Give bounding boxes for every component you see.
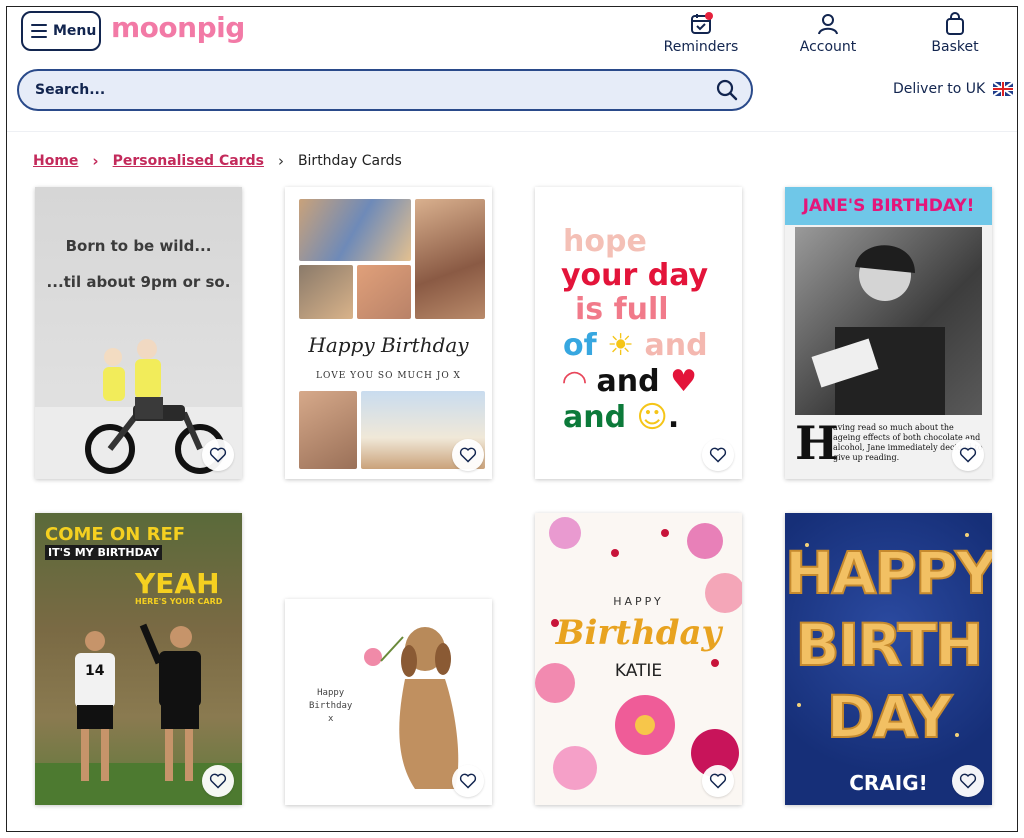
menu-label: Menu bbox=[53, 23, 97, 39]
card-text: and bbox=[644, 328, 708, 363]
account-label: Account bbox=[799, 39, 857, 55]
card-text: your day bbox=[561, 258, 709, 293]
card-text: BIRTH bbox=[795, 611, 985, 679]
shirt-number: 14 bbox=[85, 663, 105, 679]
favourite-button[interactable] bbox=[702, 765, 734, 797]
heart-icon bbox=[459, 773, 477, 789]
motorbike-illustration bbox=[35, 339, 242, 479]
product-card-photo-collage[interactable]: Happy Birthday LOVE YOU SO MUCH JO X bbox=[285, 187, 492, 479]
hamburger-icon bbox=[31, 24, 47, 38]
chevron-right-icon: › bbox=[277, 152, 284, 170]
breadcrumb: Home › Personalised Cards › Birthday Car… bbox=[33, 152, 402, 170]
card-small-text: LOVE YOU SO MUCH JO X bbox=[316, 371, 461, 381]
search-bar[interactable] bbox=[17, 69, 753, 111]
collage-photo bbox=[357, 265, 411, 319]
calendar-check-icon bbox=[691, 12, 713, 34]
deliver-label: Deliver to UK bbox=[893, 81, 986, 97]
heart-icon bbox=[459, 447, 477, 463]
card-text: HAPPY bbox=[613, 595, 664, 608]
user-icon bbox=[818, 14, 838, 35]
floral-illustration bbox=[535, 517, 742, 790]
notification-dot bbox=[705, 12, 713, 20]
moonpig-logo[interactable]: moonpig bbox=[111, 11, 245, 44]
football-players-illustration bbox=[35, 623, 242, 805]
breadcrumb-current: Birthday Cards bbox=[297, 153, 402, 169]
rainbow-icon: ◠ bbox=[563, 364, 587, 399]
chevron-right-icon: › bbox=[92, 152, 99, 170]
sun-icon: ☀ bbox=[607, 328, 635, 363]
shopping-bag-icon bbox=[946, 12, 964, 35]
card-name: KATIE bbox=[614, 661, 663, 681]
card-text: and ☺. bbox=[563, 400, 680, 435]
favourite-button[interactable] bbox=[952, 439, 984, 471]
product-card-come-on-ref[interactable]: COME ON REF IT'S MY BIRTHDAY YEAH HERE'S… bbox=[35, 513, 242, 805]
basket-link[interactable]: Basket bbox=[925, 11, 985, 55]
card-text: HAPPY bbox=[785, 539, 992, 607]
basket-label: Basket bbox=[931, 39, 979, 55]
card-script-text: Happy Birthday bbox=[308, 333, 469, 357]
card-initial: H bbox=[795, 416, 839, 470]
breadcrumb-home[interactable]: Home bbox=[33, 153, 78, 169]
card-text: and bbox=[596, 364, 660, 399]
card-text: is full bbox=[575, 293, 669, 327]
smiley-icon: ☺ bbox=[636, 400, 668, 435]
deliver-to-selector[interactable]: Deliver to UK bbox=[893, 81, 1014, 97]
card-text: DAY bbox=[826, 683, 953, 751]
favourite-button[interactable] bbox=[952, 765, 984, 797]
favourite-button[interactable] bbox=[202, 765, 234, 797]
account-link[interactable]: Account bbox=[793, 11, 863, 55]
search-input[interactable] bbox=[35, 82, 715, 98]
card-text: ◠ and ♥ bbox=[563, 365, 697, 399]
card-text: your day bbox=[561, 259, 708, 293]
product-card-puppy[interactable]: Happy Birthday x bbox=[285, 599, 492, 805]
heart-icon bbox=[959, 773, 977, 789]
heart-icon bbox=[709, 773, 727, 789]
card-text: of ☀ and bbox=[563, 329, 708, 363]
heart-icon bbox=[209, 773, 227, 789]
card-text: and bbox=[563, 400, 627, 435]
card-text: is full bbox=[575, 292, 669, 327]
reminders-label: Reminders bbox=[663, 39, 739, 55]
card-banner: JANE'S BIRTHDAY! bbox=[785, 187, 992, 225]
breadcrumb-personalised-cards[interactable]: Personalised Cards bbox=[113, 153, 264, 169]
red-heart-icon: ♥ bbox=[670, 364, 697, 399]
favourite-button[interactable] bbox=[452, 439, 484, 471]
favourite-button[interactable] bbox=[202, 439, 234, 471]
card-text: hope bbox=[563, 224, 647, 259]
favourite-button[interactable] bbox=[702, 439, 734, 471]
heart-icon bbox=[959, 447, 977, 463]
collage-photo bbox=[415, 199, 485, 319]
favourite-button[interactable] bbox=[452, 765, 484, 797]
heart-icon bbox=[209, 447, 227, 463]
reminders-link[interactable]: Reminders bbox=[663, 11, 739, 55]
product-card-craig-balloons[interactable]: HAPPY BIRTH DAY CRAIG! bbox=[785, 513, 992, 805]
page-frame: Menu moonpig Reminders Account Basket Se… bbox=[6, 6, 1018, 832]
product-card-janes-birthday[interactable]: JANE'S BIRTHDAY! H aving read so much ab… bbox=[785, 187, 992, 479]
uk-flag-icon bbox=[993, 82, 1014, 96]
header-divider bbox=[7, 131, 1017, 132]
product-card-katie-floral[interactable]: HAPPY Birthday KATIE bbox=[535, 513, 742, 805]
product-card-hope-your-day[interactable]: hope your day is full of ☀ and ◠ and ♥ a… bbox=[535, 187, 742, 479]
menu-button[interactable]: Menu bbox=[21, 11, 101, 51]
card-script-text: Birthday bbox=[555, 613, 722, 653]
collage-photo bbox=[299, 199, 411, 261]
heart-icon bbox=[709, 447, 727, 463]
search-icon[interactable] bbox=[715, 78, 739, 102]
collage-photo bbox=[299, 265, 353, 319]
collage-photo bbox=[299, 391, 357, 469]
card-text: of bbox=[563, 328, 597, 363]
product-card-born-to-be-wild[interactable]: Born to be wild... ...til about 9pm or s… bbox=[35, 187, 242, 479]
vintage-photo bbox=[795, 227, 982, 415]
